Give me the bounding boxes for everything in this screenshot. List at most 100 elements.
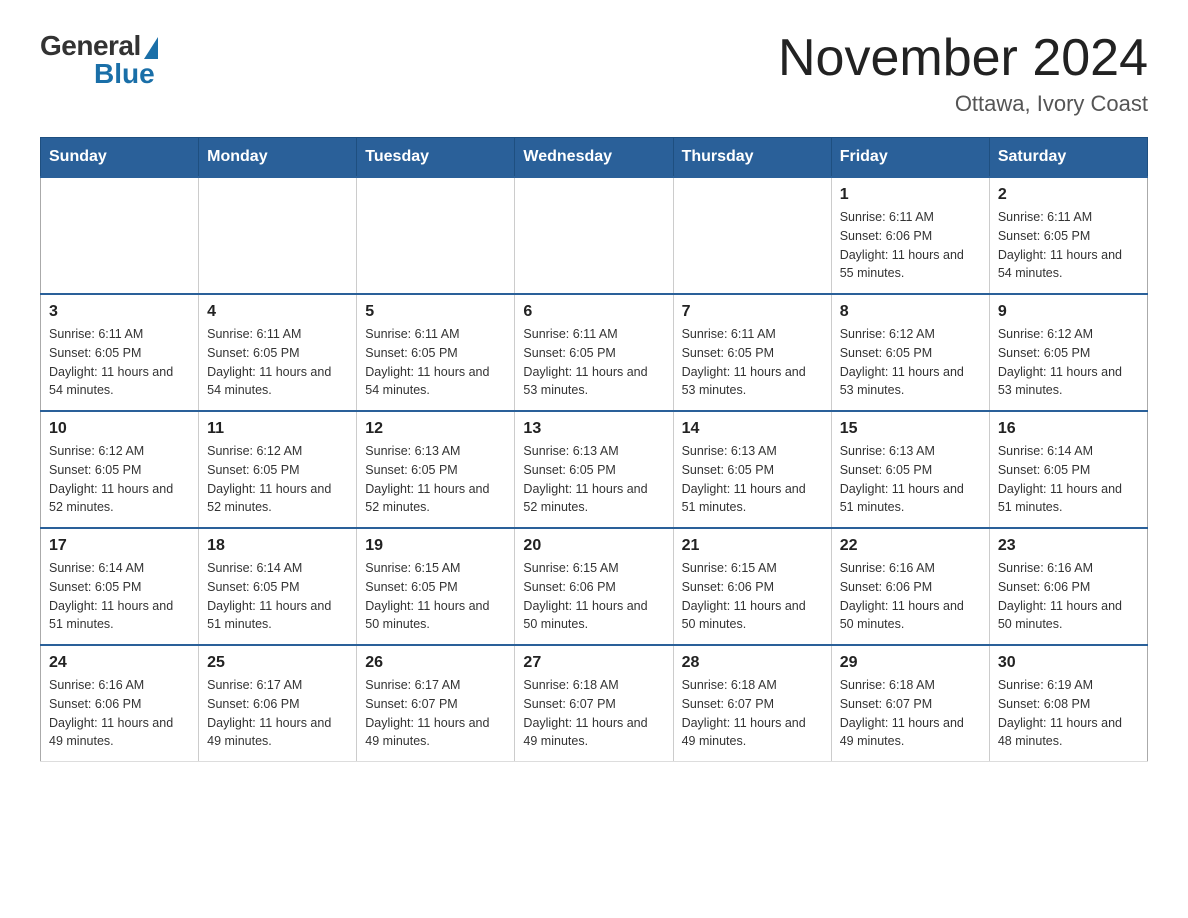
day-number: 13	[523, 420, 664, 438]
day-number: 18	[207, 537, 348, 555]
location: Ottawa, Ivory Coast	[778, 91, 1148, 117]
day-info: Sunrise: 6:17 AMSunset: 6:07 PMDaylight:…	[365, 676, 506, 751]
week-row-3: 10 Sunrise: 6:12 AMSunset: 6:05 PMDayligh…	[41, 411, 1148, 528]
calendar-cell: 6Sunrise: 6:11 AMSunset: 6:05 PMDaylight…	[515, 294, 673, 411]
day-info: Sunrise: 6:15 AMSunset: 6:05 PMDaylight:…	[365, 559, 506, 634]
calendar-cell: 22 Sunrise: 6:16 AMSunset: 6:06 PMDayligh…	[831, 528, 989, 645]
calendar-cell: 29 Sunrise: 6:18 AMSunset: 6:07 PMDayligh…	[831, 645, 989, 762]
day-number: 12	[365, 420, 506, 438]
day-number: 10	[49, 420, 190, 438]
day-info: Sunrise: 6:14 AMSunset: 6:05 PMDaylight:…	[998, 442, 1139, 517]
logo-triangle-icon	[144, 37, 158, 59]
calendar-cell: 5 Sunrise: 6:11 AMSunset: 6:05 PMDaylight…	[357, 294, 515, 411]
calendar-body: 1 Sunrise: 6:11 AMSunset: 6:06 PMDaylight…	[41, 177, 1148, 762]
week-row-2: 3 Sunrise: 6:11 AMSunset: 6:05 PMDaylight…	[41, 294, 1148, 411]
day-of-week-sunday: Sunday	[41, 138, 199, 178]
day-info: Sunrise: 6:17 AMSunset: 6:06 PMDaylight:…	[207, 676, 348, 751]
day-info: Sunrise: 6:13 AMSunset: 6:05 PMDaylight:…	[523, 442, 664, 517]
calendar-cell	[199, 177, 357, 294]
month-title: November 2024	[778, 30, 1148, 87]
day-number: 11	[207, 420, 348, 438]
week-row-4: 17 Sunrise: 6:14 AMSunset: 6:05 PMDayligh…	[41, 528, 1148, 645]
day-number: 17	[49, 537, 190, 555]
day-number: 29	[840, 654, 981, 672]
calendar-cell: 13 Sunrise: 6:13 AMSunset: 6:05 PMDayligh…	[515, 411, 673, 528]
day-of-week-monday: Monday	[199, 138, 357, 178]
calendar-cell: 1 Sunrise: 6:11 AMSunset: 6:06 PMDaylight…	[831, 177, 989, 294]
day-info: Sunrise: 6:13 AMSunset: 6:05 PMDaylight:…	[682, 442, 823, 517]
day-info: Sunrise: 6:19 AMSunset: 6:08 PMDaylight:…	[998, 676, 1139, 751]
day-info: Sunrise: 6:14 AMSunset: 6:05 PMDaylight:…	[49, 559, 190, 634]
day-number: 6	[523, 303, 664, 321]
day-number: 21	[682, 537, 823, 555]
day-info: Sunrise: 6:12 AMSunset: 6:05 PMDaylight:…	[840, 325, 981, 400]
day-number: 22	[840, 537, 981, 555]
day-number: 24	[49, 654, 190, 672]
day-info: Sunrise: 6:14 AMSunset: 6:05 PMDaylight:…	[207, 559, 348, 634]
day-number: 19	[365, 537, 506, 555]
day-info: Sunrise: 6:16 AMSunset: 6:06 PMDaylight:…	[998, 559, 1139, 634]
day-info: Sunrise: 6:12 AMSunset: 6:05 PMDaylight:…	[207, 442, 348, 517]
calendar-header: SundayMondayTuesdayWednesdayThursdayFrid…	[41, 138, 1148, 178]
day-number: 5	[365, 303, 506, 321]
day-info: Sunrise: 6:11 AMSunset: 6:05 PMDaylight:…	[365, 325, 506, 400]
day-info: Sunrise: 6:11 AMSunset: 6:06 PMDaylight:…	[840, 208, 981, 283]
day-number: 14	[682, 420, 823, 438]
calendar-cell	[41, 177, 199, 294]
day-info: Sunrise: 6:16 AMSunset: 6:06 PMDaylight:…	[840, 559, 981, 634]
calendar-cell: 11 Sunrise: 6:12 AMSunset: 6:05 PMDayligh…	[199, 411, 357, 528]
calendar-cell: 23 Sunrise: 6:16 AMSunset: 6:06 PMDayligh…	[989, 528, 1147, 645]
day-number: 3	[49, 303, 190, 321]
day-info: Sunrise: 6:18 AMSunset: 6:07 PMDaylight:…	[840, 676, 981, 751]
day-number: 7	[682, 303, 823, 321]
day-info: Sunrise: 6:12 AMSunset: 6:05 PMDaylight:…	[49, 442, 190, 517]
calendar-cell: 24 Sunrise: 6:16 AMSunset: 6:06 PMDayligh…	[41, 645, 199, 762]
day-number: 26	[365, 654, 506, 672]
day-info: Sunrise: 6:13 AMSunset: 6:05 PMDaylight:…	[840, 442, 981, 517]
calendar-cell: 12 Sunrise: 6:13 AMSunset: 6:05 PMDayligh…	[357, 411, 515, 528]
week-row-1: 1 Sunrise: 6:11 AMSunset: 6:06 PMDaylight…	[41, 177, 1148, 294]
day-number: 2	[998, 186, 1139, 204]
day-of-week-saturday: Saturday	[989, 138, 1147, 178]
days-of-week-row: SundayMondayTuesdayWednesdayThursdayFrid…	[41, 138, 1148, 178]
calendar-cell: 18 Sunrise: 6:14 AMSunset: 6:05 PMDayligh…	[199, 528, 357, 645]
calendar-cell	[357, 177, 515, 294]
calendar-cell: 9 Sunrise: 6:12 AMSunset: 6:05 PMDaylight…	[989, 294, 1147, 411]
calendar-cell: 15Sunrise: 6:13 AMSunset: 6:05 PMDayligh…	[831, 411, 989, 528]
day-number: 30	[998, 654, 1139, 672]
day-info: Sunrise: 6:11 AMSunset: 6:05 PMDaylight:…	[682, 325, 823, 400]
calendar-cell: 21 Sunrise: 6:15 AMSunset: 6:06 PMDayligh…	[673, 528, 831, 645]
calendar-cell: 19 Sunrise: 6:15 AMSunset: 6:05 PMDayligh…	[357, 528, 515, 645]
logo: General Blue	[40, 30, 158, 90]
day-info: Sunrise: 6:15 AMSunset: 6:06 PMDaylight:…	[682, 559, 823, 634]
day-number: 8	[840, 303, 981, 321]
day-info: Sunrise: 6:11 AMSunset: 6:05 PMDaylight:…	[49, 325, 190, 400]
calendar-cell: 14 Sunrise: 6:13 AMSunset: 6:05 PMDayligh…	[673, 411, 831, 528]
calendar-cell: 7 Sunrise: 6:11 AMSunset: 6:05 PMDaylight…	[673, 294, 831, 411]
day-info: Sunrise: 6:11 AMSunset: 6:05 PMDaylight:…	[998, 208, 1139, 283]
day-number: 16	[998, 420, 1139, 438]
calendar-cell: 16 Sunrise: 6:14 AMSunset: 6:05 PMDayligh…	[989, 411, 1147, 528]
calendar-cell: 2 Sunrise: 6:11 AMSunset: 6:05 PMDaylight…	[989, 177, 1147, 294]
day-number: 1	[840, 186, 981, 204]
day-of-week-thursday: Thursday	[673, 138, 831, 178]
page-header: General Blue November 2024 Ottawa, Ivory…	[40, 30, 1148, 117]
day-info: Sunrise: 6:18 AMSunset: 6:07 PMDaylight:…	[682, 676, 823, 751]
day-info: Sunrise: 6:16 AMSunset: 6:06 PMDaylight:…	[49, 676, 190, 751]
calendar-cell: 10 Sunrise: 6:12 AMSunset: 6:05 PMDayligh…	[41, 411, 199, 528]
day-number: 23	[998, 537, 1139, 555]
day-number: 9	[998, 303, 1139, 321]
day-info: Sunrise: 6:12 AMSunset: 6:05 PMDaylight:…	[998, 325, 1139, 400]
day-info: Sunrise: 6:13 AMSunset: 6:05 PMDaylight:…	[365, 442, 506, 517]
day-info: Sunrise: 6:18 AMSunset: 6:07 PMDaylight:…	[523, 676, 664, 751]
day-number: 4	[207, 303, 348, 321]
week-row-5: 24 Sunrise: 6:16 AMSunset: 6:06 PMDayligh…	[41, 645, 1148, 762]
day-number: 27	[523, 654, 664, 672]
calendar-cell: 26 Sunrise: 6:17 AMSunset: 6:07 PMDayligh…	[357, 645, 515, 762]
calendar-cell: 27 Sunrise: 6:18 AMSunset: 6:07 PMDayligh…	[515, 645, 673, 762]
logo-blue-text: Blue	[94, 58, 155, 90]
calendar-cell: 28Sunrise: 6:18 AMSunset: 6:07 PMDayligh…	[673, 645, 831, 762]
day-info: Sunrise: 6:15 AMSunset: 6:06 PMDaylight:…	[523, 559, 664, 634]
day-of-week-friday: Friday	[831, 138, 989, 178]
calendar-cell: 4Sunrise: 6:11 AMSunset: 6:05 PMDaylight…	[199, 294, 357, 411]
